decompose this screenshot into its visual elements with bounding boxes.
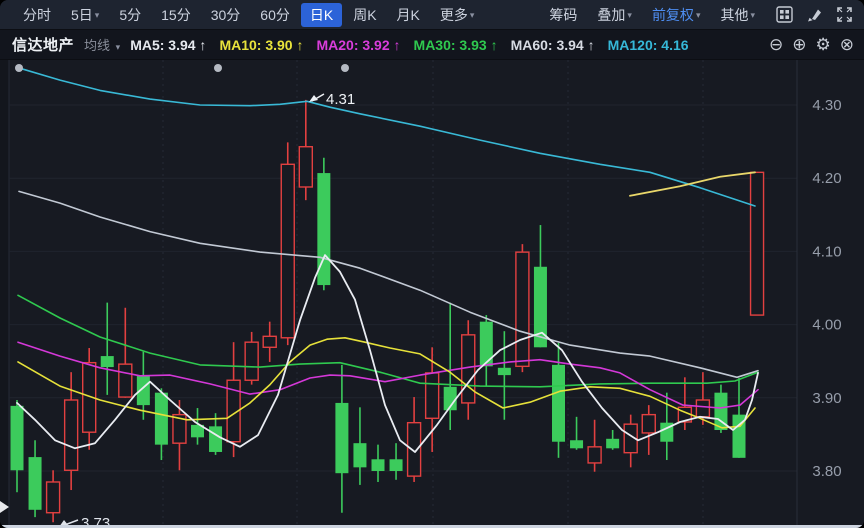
- candle-body: [516, 252, 529, 366]
- tool-overlay[interactable]: 叠加▾: [588, 3, 641, 27]
- event-dot[interactable]: [214, 64, 222, 72]
- chevron-down-icon: ▾: [750, 10, 755, 21]
- candle-body: [498, 368, 511, 375]
- chevron-down-icon: ▾: [470, 10, 475, 21]
- stock-chart-window: 分时5日▾5分15分30分60分日K周K月K更多▾ 筹码叠加▾前复权▾其他▾ 信…: [0, 0, 864, 528]
- candle-body: [137, 375, 150, 405]
- candle-body: [642, 415, 655, 433]
- chevron-down-icon: ▾: [116, 42, 121, 52]
- tab-5min[interactable]: 5分: [110, 3, 150, 27]
- tab-weekly-k[interactable]: 周K: [344, 3, 385, 27]
- candle[interactable]: [516, 244, 529, 372]
- ma-value-ma5: MA5: 3.94 ↑: [130, 37, 206, 53]
- tab-fenshi[interactable]: 分时: [14, 3, 60, 27]
- chevron-down-icon: ▾: [627, 10, 632, 21]
- ma-value-ma30: MA30: 3.93 ↑: [414, 37, 498, 53]
- candle-body: [353, 443, 366, 467]
- tool-forward-adjusted[interactable]: 前复权▾: [643, 3, 710, 27]
- chart-area: 4.304.204.104.003.903.804.313.73: [0, 60, 864, 528]
- candle-body: [606, 439, 619, 449]
- candle-body: [245, 342, 258, 380]
- tab-monthly-k[interactable]: 月K: [388, 3, 429, 27]
- tab-more[interactable]: 更多▾: [431, 3, 484, 27]
- tab-60min[interactable]: 60分: [251, 3, 299, 27]
- tab-daily-k[interactable]: 日K: [301, 3, 342, 27]
- candle-body: [335, 403, 348, 473]
- candle-body: [299, 147, 312, 187]
- y-axis-label: 3.80: [812, 463, 841, 480]
- candle-body: [65, 400, 78, 470]
- candle-body: [552, 365, 565, 442]
- brush-icon[interactable]: [804, 5, 824, 25]
- ma-value-ma20: MA20: 3.92 ↑: [316, 37, 400, 53]
- ma-value-ma10: MA10: 3.90 ↑: [219, 37, 303, 53]
- candle-body: [751, 172, 764, 315]
- candle-body: [408, 423, 421, 476]
- tool-other[interactable]: 其他▾: [711, 3, 764, 27]
- fullscreen-icon[interactable]: [834, 5, 854, 25]
- period-tabs: 分时5日▾5分15分30分60分日K周K月K更多▾: [14, 3, 483, 27]
- candle-body: [119, 364, 132, 397]
- y-axis-label: 4.20: [812, 170, 841, 187]
- legend-bar: 信达地产 均线 ▾ MA5: 3.94 ↑ MA10: 3.90 ↑ MA20: 3…: [0, 30, 864, 60]
- close-icon[interactable]: ⊗: [840, 36, 854, 53]
- tab-30min[interactable]: 30分: [202, 3, 250, 27]
- ma-value-ma120: MA120: 4.16: [608, 37, 689, 53]
- candle-body: [588, 447, 601, 463]
- chevron-down-icon: ▾: [696, 10, 701, 21]
- candle-body: [696, 400, 709, 417]
- event-dot[interactable]: [341, 64, 349, 72]
- candle-body: [29, 457, 42, 510]
- ma-values: MA5: 3.94 ↑ MA10: 3.90 ↑ MA20: 3.92 ↑ MA30:…: [130, 37, 688, 53]
- candle-body: [47, 482, 60, 513]
- y-axis-label: 4.00: [812, 317, 841, 334]
- legend-icons: ⊖ ⊕ ⚙ ⊗: [769, 36, 854, 53]
- left-gutter: [0, 60, 9, 528]
- zoom-out-icon[interactable]: ⊖: [769, 36, 783, 53]
- ma-value-ma60: MA60: 3.94 ↑: [511, 37, 595, 53]
- y-axis-label: 4.10: [812, 243, 841, 260]
- candle-body: [11, 406, 24, 470]
- y-axis-label: 3.90: [812, 390, 841, 407]
- annotation-label: 4.31: [326, 91, 355, 108]
- candle-body: [426, 373, 439, 418]
- y-axis-label: 4.30: [812, 97, 841, 114]
- candle-body: [263, 336, 276, 347]
- tab-5day[interactable]: 5日▾: [62, 3, 108, 27]
- candle-body: [155, 393, 168, 445]
- toolbar: 分时5日▾5分15分30分60分日K周K月K更多▾ 筹码叠加▾前复权▾其他▾: [0, 0, 864, 30]
- candle-body: [281, 164, 294, 337]
- grid-layout-icon[interactable]: [774, 5, 794, 25]
- candle[interactable]: [281, 142, 294, 345]
- candle[interactable]: [751, 172, 764, 315]
- candle-body: [209, 426, 222, 452]
- toolbar-tools: 筹码叠加▾前复权▾其他▾: [540, 3, 854, 27]
- settings-icon[interactable]: ⚙: [816, 36, 831, 53]
- candle-body: [372, 459, 385, 471]
- ma-selector-dropdown[interactable]: 均线 ▾: [84, 35, 120, 54]
- candle[interactable]: [317, 158, 330, 290]
- tool-chips[interactable]: 筹码: [540, 3, 586, 27]
- candle-body: [390, 459, 403, 471]
- tab-15min[interactable]: 15分: [152, 3, 200, 27]
- event-dot[interactable]: [15, 64, 23, 72]
- candlestick-chart[interactable]: 4.304.204.104.003.903.804.313.73: [0, 60, 864, 528]
- stock-name: 信达地产: [12, 34, 74, 55]
- candle-body: [570, 440, 583, 448]
- zoom-in-icon[interactable]: ⊕: [792, 36, 806, 53]
- chevron-down-icon: ▾: [95, 10, 100, 21]
- candle-body: [101, 356, 114, 367]
